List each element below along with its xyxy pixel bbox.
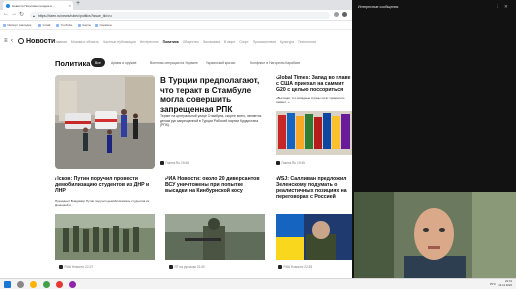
news-photo-zelensky [276, 214, 352, 260]
explorer-icon[interactable] [30, 281, 37, 288]
menu-icon[interactable]: ≡ [4, 38, 8, 44]
back-chevron-icon[interactable]: ‹ [11, 38, 13, 44]
news-lead: Президент Владимир Путин поручил демобил… [55, 199, 150, 207]
news-lead: «Выглядит, что западные страны хотят пре… [276, 96, 345, 104]
profile-avatar[interactable] [342, 12, 347, 17]
main-news-lead: Теракт на центральной улице Стамбула, ск… [160, 114, 262, 128]
new-tab-button[interactable]: + [76, 0, 80, 7]
source-logo-icon [169, 265, 173, 269]
news-source: Газета.Ru 19:45 [276, 161, 305, 165]
news-headline[interactable]: РИА Новости: около 20 диверсантов ВСУ ун… [165, 176, 265, 194]
news-card-wsj[interactable]: WSJ: Салливан предложил Зеленскому подум… [276, 176, 352, 274]
filter-pill-all[interactable]: Все [91, 58, 105, 67]
bookmark-item[interactable]: Карты [78, 23, 92, 27]
news-source: RT на русском 22:30 [169, 265, 205, 269]
news-photo-soldier [165, 214, 265, 260]
nav-item[interactable]: В мире [224, 40, 235, 44]
nav-item[interactable]: Культура [280, 40, 294, 44]
nav-item[interactable]: Происшествия [253, 40, 276, 44]
clock[interactable]: 22:31 13.11.2022 [498, 279, 512, 288]
side-panel-title: Интересные сообщения [358, 5, 399, 9]
more-menu-icon[interactable]: ⋮ [495, 4, 500, 10]
extension-icon[interactable] [334, 12, 339, 17]
bookmark-item[interactable]: Gmail [38, 23, 51, 27]
source-logo-icon [59, 265, 63, 269]
site-header: ≡ ‹ Новости Главная Москва и область Частн… [0, 30, 352, 50]
news-source: РИА Новости 22:27 [59, 265, 93, 269]
filter-pill[interactable]: Конфликт в Нагорном Карабахе [250, 58, 300, 67]
webcam-video [354, 192, 516, 280]
news-card-pskov[interactable]: Псков: Путин поручил провести демобилиза… [55, 176, 155, 274]
nav-item[interactable]: Москва и область [71, 40, 99, 44]
nav-item[interactable]: Частные публикации [103, 40, 136, 44]
news-headline[interactable]: Global Times: Запад во главе с США приех… [276, 75, 352, 93]
nav-item-politics[interactable]: Политика [163, 40, 179, 44]
app-icon[interactable] [56, 281, 63, 288]
main-news-source: Газета.Ru 19:46 [160, 161, 189, 165]
webcam-person-image [354, 192, 516, 280]
search-icon[interactable] [17, 281, 24, 288]
news-photo-soldiers [55, 214, 155, 260]
browser-tab-news[interactable]: Новости Политика сегодня в ... × [3, 1, 73, 10]
chrome-icon[interactable] [43, 281, 50, 288]
brand-title[interactable]: Новости [26, 38, 55, 45]
address-bar[interactable]: 🔒︎ https://dzen.ru/news/rubric/politics?… [30, 12, 330, 19]
news-headline[interactable]: Псков: Путин поручил провести демобилиза… [55, 176, 155, 194]
brand-logo-icon[interactable] [18, 38, 24, 44]
start-icon[interactable] [4, 281, 11, 288]
nav-item[interactable]: Общество [183, 40, 199, 44]
main-news-image[interactable] [55, 75, 155, 169]
app-icon[interactable] [69, 281, 76, 288]
filter-pill[interactable]: Военная операция на Украине [150, 58, 198, 67]
bookmark-item[interactable]: YouTube [56, 23, 73, 27]
reload-icon[interactable]: ↻ [19, 11, 24, 18]
topic-nav: Главная Москва и область Частные публикаци… [54, 40, 320, 44]
news-card-ria[interactable]: РИА Новости: около 20 диверсантов ВСУ ун… [165, 176, 265, 274]
bookmark-item[interactable]: Импорт закладок [3, 23, 32, 27]
main-news-headline[interactable]: В Турции предполагают, что теракт в Стам… [160, 76, 266, 114]
source-logo-icon [278, 265, 282, 269]
bookmark-item[interactable]: Сервисы [95, 23, 112, 27]
section-title: Политика [55, 59, 91, 68]
nav-item[interactable]: Технологии [298, 40, 316, 44]
source-logo-icon [160, 161, 164, 165]
language-indicator[interactable]: РУС [490, 282, 496, 286]
nav-item[interactable]: Спорт [239, 40, 249, 44]
browser-tab-bar: Новости Политика сегодня в ... × + [0, 0, 352, 10]
taskbar: РУС 22:31 13.11.2022 [0, 278, 516, 289]
news-headline[interactable]: WSJ: Салливан предложил Зеленскому подум… [276, 176, 352, 200]
tab-title: Новости Политика сегодня в ... [12, 4, 56, 8]
lock-icon: 🔒︎ [33, 13, 35, 18]
forward-arrow-icon[interactable]: → [11, 11, 17, 17]
nav-item[interactable]: Экономика [203, 40, 220, 44]
news-card-global-times[interactable]: Global Times: Запад во главе с США приех… [276, 75, 352, 169]
bookmarks-bar: Импорт закладок Gmail YouTube Карты Серв… [0, 21, 352, 30]
back-arrow-icon[interactable]: ← [3, 11, 9, 17]
source-logo-icon [276, 161, 280, 165]
close-tab-icon[interactable]: × [69, 3, 71, 8]
filter-pill[interactable]: Армия и оружие [111, 58, 137, 67]
tab-favicon-icon [6, 4, 10, 8]
news-source: РИА Новости 22:53 [278, 265, 312, 269]
filter-pill[interactable]: Украинский кризис [206, 58, 235, 67]
close-icon[interactable]: ✕ [504, 4, 508, 10]
nav-item[interactable]: Главная [54, 40, 67, 44]
main-news-card[interactable]: В Турции предполагают, что теракт в Стам… [158, 75, 268, 169]
news-photo-g20-flags [276, 111, 352, 155]
address-url: https://dzen.ru/news/rubric/politics?iss… [38, 13, 112, 18]
browser-toolbar: ← → ↻ 🔒︎ https://dzen.ru/news/rubric/pol… [0, 10, 352, 21]
news-photo-istanbul [55, 75, 155, 169]
nav-item[interactable]: Интересное [140, 40, 159, 44]
